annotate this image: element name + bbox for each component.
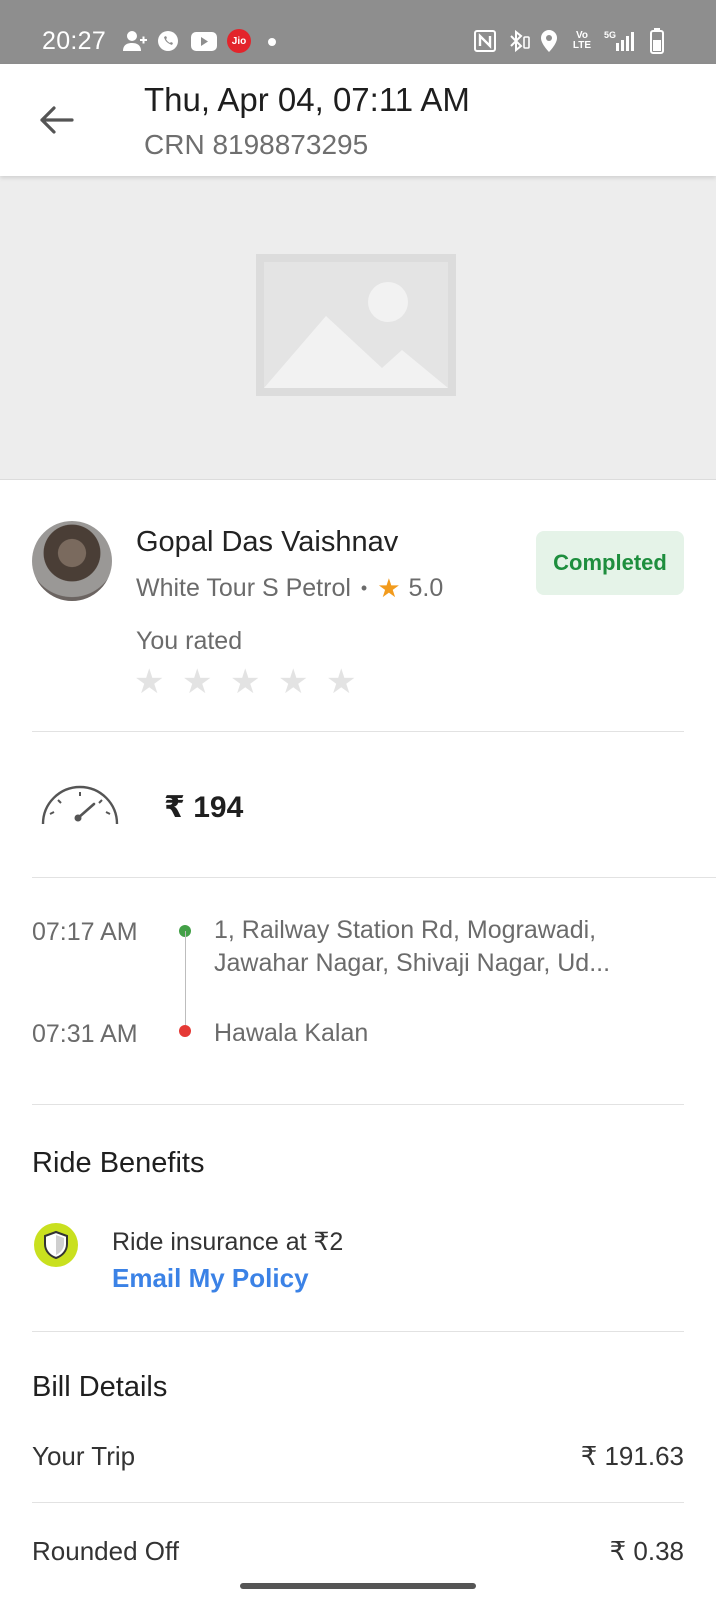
driver-rating: 5.0 [408, 574, 444, 602]
jio-icon: Jio [226, 27, 252, 55]
pickup-address: 1, Railway Station Rd, Mograwadi, Jawaha… [214, 914, 610, 980]
drop-time: 07:31 AM [32, 1020, 138, 1048]
back-button[interactable] [30, 94, 82, 146]
ride-benefits-title: Ride Benefits [32, 1147, 205, 1179]
rate-star-1-icon[interactable]: ★ [134, 664, 164, 700]
rate-star-3-icon[interactable]: ★ [230, 664, 260, 700]
home-indicator[interactable] [240, 1583, 476, 1589]
bill-row-value: ₹ 0.38 [609, 1536, 684, 1566]
divider [32, 877, 716, 878]
rate-star-2-icon[interactable]: ★ [182, 664, 212, 700]
email-policy-link[interactable]: Email My Policy [112, 1263, 309, 1294]
insurance-text: Ride insurance at ₹2 [112, 1228, 344, 1256]
pickup-address-line1: 1, Railway Station Rd, Mograwadi, [214, 916, 597, 944]
pickup-time: 07:17 AM [32, 918, 138, 946]
whatsapp-icon [155, 27, 181, 55]
route-line [185, 931, 186, 1025]
rate-star-4-icon[interactable]: ★ [278, 664, 308, 700]
add-contact-icon [122, 27, 148, 55]
volte-icon: Vo LTE [570, 27, 594, 55]
divider [32, 731, 684, 732]
battery-icon [648, 27, 666, 55]
vehicle-name: White Tour S Petrol [136, 574, 351, 602]
ride-datetime-title: Thu, Apr 04, 07:11 AM [144, 81, 470, 118]
divider [32, 1331, 684, 1332]
pickup-address-line2: Jawahar Nagar, Shivaji Nagar, Ud... [214, 949, 611, 977]
app-header: Thu, Apr 04, 07:11 AM CRN 8198873295 [0, 64, 716, 176]
jio-label: Jio [227, 29, 251, 53]
location-icon [538, 27, 560, 55]
rate-stars: ★ ★ ★ ★ ★ [134, 664, 356, 700]
divider [32, 1104, 684, 1105]
divider [32, 1502, 684, 1503]
bill-details-title: Bill Details [32, 1371, 168, 1403]
speedometer-icon [41, 785, 119, 825]
bill-row-value: ₹ 191.63 [580, 1441, 684, 1471]
status-bar: 20:27 Jio Vo LTE 5G [0, 0, 716, 64]
drop-address: Hawala Kalan [214, 1019, 369, 1047]
svg-text:5G: 5G [604, 30, 616, 40]
signal-5g-icon: 5G [604, 27, 640, 55]
driver-name: Gopal Das Vaishnav [136, 526, 399, 558]
status-time: 20:27 [42, 27, 107, 55]
arrow-left-icon [40, 106, 74, 134]
dot-icon [268, 38, 276, 46]
shield-icon [34, 1223, 78, 1267]
driver-avatar [32, 521, 112, 601]
youtube-icon [190, 27, 218, 55]
vehicle-info: White Tour S Petrol • ★ 5.0 [136, 573, 443, 604]
rate-star-5-icon[interactable]: ★ [326, 664, 356, 700]
bill-row-label: Your Trip [32, 1441, 136, 1471]
drop-dot-icon [179, 1025, 191, 1037]
status-badge: Completed [536, 531, 684, 595]
route-map-placeholder[interactable] [0, 176, 716, 480]
rating-star-icon: ★ [377, 573, 401, 603]
you-rated-label: You rated [136, 627, 243, 655]
bill-row-label: Rounded Off [32, 1536, 179, 1566]
crn-number: CRN 8198873295 [144, 129, 369, 160]
fare-amount: ₹ 194 [164, 791, 244, 824]
bluetooth-icon [506, 27, 530, 55]
image-placeholder-icon [256, 254, 456, 396]
volte-label: Vo LTE [572, 30, 592, 51]
separator-dot: • [360, 578, 368, 598]
nfc-icon [474, 27, 496, 55]
